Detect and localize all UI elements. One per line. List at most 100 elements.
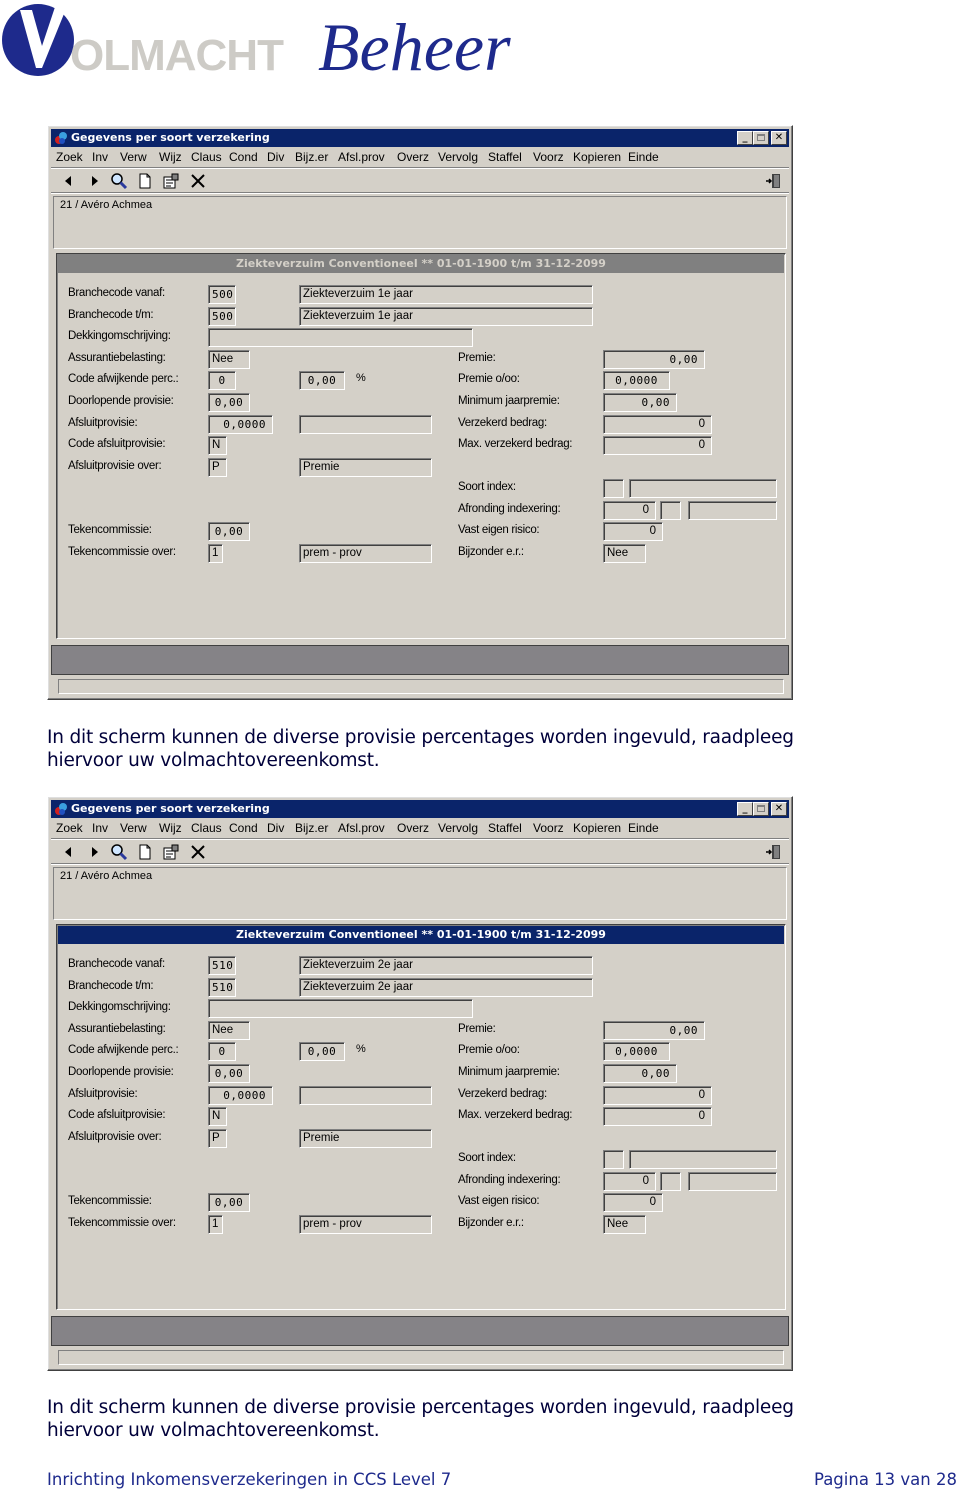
search-icon[interactable]	[110, 843, 128, 861]
branchecode-tm-code[interactable]: 500	[208, 307, 236, 326]
menu-item[interactable]: Afsl.prov	[338, 148, 385, 167]
menu-item[interactable]: Overz	[397, 819, 429, 838]
menu-item[interactable]: Kopieren	[573, 819, 621, 838]
search-icon[interactable]	[110, 172, 128, 190]
menu-item[interactable]: Inv	[92, 148, 108, 167]
afsluitprovisie-over-code[interactable]: P	[208, 1129, 227, 1148]
vast-eigen-risico-field[interactable]: 0	[603, 1193, 663, 1212]
new-document-icon[interactable]	[136, 843, 154, 861]
assurantiebelasting-field[interactable]: Nee	[208, 1021, 250, 1040]
prev-arrow-icon[interactable]	[60, 843, 78, 861]
code-afwijkende-perc-field[interactable]: 0	[208, 371, 236, 390]
close-button[interactable]: ✕	[771, 131, 787, 145]
branchecode-tm-desc[interactable]: Ziekteverzuim 2e jaar	[299, 978, 593, 997]
branchecode-vanaf-code[interactable]: 510	[208, 956, 236, 975]
menu-item[interactable]: Staffel	[488, 819, 522, 838]
soort-index-desc[interactable]	[629, 1150, 777, 1169]
minimize-button[interactable]: _	[737, 131, 753, 145]
premie-field[interactable]: 0,00	[603, 350, 705, 369]
soort-index-code[interactable]	[603, 1150, 624, 1169]
branchecode-vanaf-desc[interactable]: Ziekteverzuim 2e jaar	[299, 956, 593, 975]
afronding-indexering-field[interactable]: 0	[603, 501, 656, 520]
delete-icon[interactable]	[189, 172, 207, 190]
menu-item[interactable]: Zoek	[56, 819, 83, 838]
vast-eigen-risico-field[interactable]: 0	[603, 522, 663, 541]
menu-item[interactable]: Overz	[397, 148, 429, 167]
afronding-indexering-desc[interactable]	[688, 1172, 777, 1191]
maximize-button[interactable]	[753, 802, 769, 816]
menu-item[interactable]: Kopieren	[573, 148, 621, 167]
prev-arrow-icon[interactable]	[60, 172, 78, 190]
properties-icon[interactable]	[162, 843, 180, 861]
code-afwijkende-perc-field[interactable]: 0	[208, 1042, 236, 1061]
tekencommissie-over-desc[interactable]: prem - prov	[299, 1215, 432, 1234]
maximize-button[interactable]	[753, 131, 769, 145]
menu-item[interactable]: Wijz	[159, 819, 182, 838]
verzekerd-bedrag-field[interactable]: 0	[603, 415, 712, 434]
premie-field[interactable]: 0,00	[603, 1021, 705, 1040]
exit-door-icon[interactable]	[764, 843, 782, 861]
menu-item[interactable]: Cond	[229, 819, 258, 838]
afsluitprovisie-extra-field[interactable]	[299, 1086, 432, 1105]
menu-item[interactable]: Cond	[229, 148, 258, 167]
branchecode-vanaf-desc[interactable]: Ziekteverzuim 1e jaar	[299, 285, 593, 304]
delete-icon[interactable]	[189, 843, 207, 861]
tekencommissie-over-code[interactable]: 1	[208, 1215, 223, 1234]
close-button[interactable]: ✕	[771, 802, 787, 816]
max-verzekerd-bedrag-field[interactable]: 0	[603, 436, 712, 455]
minimum-jaarpremie-field[interactable]: 0,00	[603, 1064, 677, 1083]
menu-item[interactable]: Verw	[120, 148, 147, 167]
soort-index-desc[interactable]	[629, 479, 777, 498]
minimize-button[interactable]: _	[737, 802, 753, 816]
tekencommissie-field[interactable]: 0,00	[208, 1193, 250, 1212]
menu-item[interactable]: Bijz.er	[295, 819, 328, 838]
afsluitprovisie-over-desc[interactable]: Premie	[299, 1129, 432, 1148]
bijzonder-er-field[interactable]: Nee	[603, 544, 646, 563]
menu-item[interactable]: Zoek	[56, 148, 83, 167]
branchecode-tm-desc[interactable]: Ziekteverzuim 1e jaar	[299, 307, 593, 326]
soort-index-code[interactable]	[603, 479, 624, 498]
premie-oo-field[interactable]: 0,0000	[603, 1042, 670, 1061]
menu-item[interactable]: Voorz	[533, 148, 564, 167]
minimum-jaarpremie-field[interactable]: 0,00	[603, 393, 677, 412]
menu-item[interactable]: Vervolg	[438, 819, 478, 838]
menu-item[interactable]: Vervolg	[438, 148, 478, 167]
menu-item[interactable]: Voorz	[533, 819, 564, 838]
afsluitprovisie-extra-field[interactable]	[299, 415, 432, 434]
assurantiebelasting-field[interactable]: Nee	[208, 350, 250, 369]
exit-door-icon[interactable]	[764, 172, 782, 190]
menu-item[interactable]: Claus	[191, 819, 222, 838]
tekencommissie-over-code[interactable]: 1	[208, 544, 223, 563]
afronding-indexering-desc[interactable]	[688, 501, 777, 520]
window-titlebar[interactable]: Gegevens per soort verzekering _ ✕	[51, 800, 789, 818]
dekkingomschrijving-field[interactable]	[208, 999, 473, 1018]
menu-item[interactable]: Inv	[92, 819, 108, 838]
menu-item[interactable]: Div	[267, 148, 284, 167]
doorlopende-provisie-field[interactable]: 0,00	[208, 1064, 250, 1083]
doorlopende-provisie-field[interactable]: 0,00	[208, 393, 250, 412]
menu-item[interactable]: Wijz	[159, 148, 182, 167]
next-arrow-icon[interactable]	[85, 172, 103, 190]
new-document-icon[interactable]	[136, 172, 154, 190]
afwijkende-perc-field[interactable]: 0,00	[299, 371, 345, 390]
max-verzekerd-bedrag-field[interactable]: 0	[603, 1107, 712, 1126]
menu-item[interactable]: Einde	[628, 148, 659, 167]
afsluitprovisie-over-desc[interactable]: Premie	[299, 458, 432, 477]
branchecode-tm-code[interactable]: 510	[208, 978, 236, 997]
next-arrow-icon[interactable]	[85, 843, 103, 861]
menu-item[interactable]: Verw	[120, 819, 147, 838]
branchecode-vanaf-code[interactable]: 500	[208, 285, 236, 304]
afsluitprovisie-field[interactable]: 0,0000	[208, 415, 273, 434]
menu-item[interactable]: Div	[267, 819, 284, 838]
afronding-indexering-code[interactable]	[660, 501, 681, 520]
tekencommissie-field[interactable]: 0,00	[208, 522, 250, 541]
premie-oo-field[interactable]: 0,0000	[603, 371, 670, 390]
dekkingomschrijving-field[interactable]	[208, 328, 473, 347]
tekencommissie-over-desc[interactable]: prem - prov	[299, 544, 432, 563]
afsluitprovisie-field[interactable]: 0,0000	[208, 1086, 273, 1105]
verzekerd-bedrag-field[interactable]: 0	[603, 1086, 712, 1105]
menu-item[interactable]: Afsl.prov	[338, 819, 385, 838]
properties-icon[interactable]	[162, 172, 180, 190]
menu-item[interactable]: Bijz.er	[295, 148, 328, 167]
menu-item[interactable]: Staffel	[488, 148, 522, 167]
